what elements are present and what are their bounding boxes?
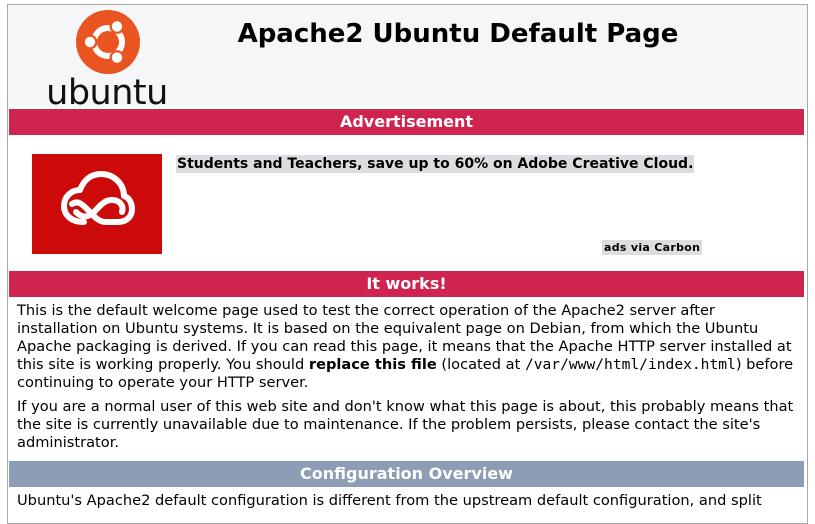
ubuntu-logo: ubuntu — [44, 7, 170, 113]
advertisement-heading: Advertisement — [9, 109, 804, 135]
page-title: Apache2 Ubuntu Default Page — [237, 19, 679, 49]
it-works-paragraph-2: If you are a normal user of this web sit… — [17, 398, 794, 451]
ads-via-carbon-link[interactable]: ads via Carbon — [602, 240, 703, 255]
it-works-paragraph-1: This is the default welcome page used to… — [17, 302, 794, 391]
ad-link-text[interactable]: Students and Teachers, save up to 60% on… — [176, 155, 695, 173]
page-frame: ubuntu Apache2 Ubuntu Default Page Adver… — [7, 4, 808, 524]
configuration-overview-heading: Configuration Overview — [9, 461, 804, 487]
page-header: ubuntu Apache2 Ubuntu Default Page — [8, 5, 807, 113]
ubuntu-circle-icon — [76, 10, 140, 74]
index-html-path: /var/www/html/index.html — [524, 356, 736, 373]
adobe-creative-cloud-icon — [61, 171, 135, 225]
it-works-heading: It works! — [9, 271, 804, 297]
adobe-ad-image[interactable] — [32, 154, 162, 254]
replace-this-file-text: replace this file — [308, 356, 437, 373]
ubuntu-wordmark: ubuntu — [46, 73, 168, 113]
configuration-paragraph-1: Ubuntu's Apache2 default configuration i… — [17, 492, 762, 509]
